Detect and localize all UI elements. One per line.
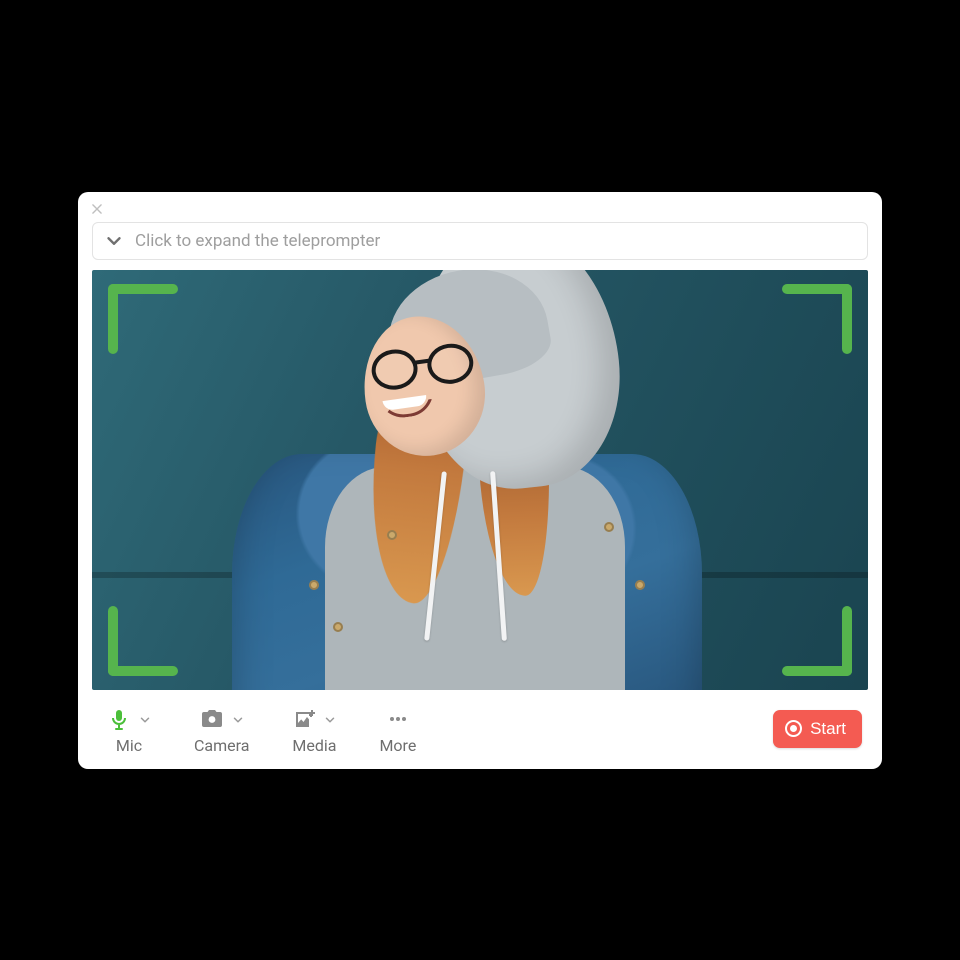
mic-control: Mic: [106, 706, 152, 755]
camera-label: Camera: [194, 736, 249, 755]
microphone-icon: [106, 706, 132, 732]
image-plus-icon: [291, 706, 317, 732]
start-recording-button[interactable]: Start: [773, 710, 862, 748]
chevron-down-icon: [138, 712, 152, 726]
mic-button[interactable]: [106, 706, 152, 732]
recorder-toolbar: Mic Camera: [78, 690, 882, 755]
safe-area-corner-top-right: [782, 284, 852, 354]
safe-area-corner-top-left: [108, 284, 178, 354]
more-horizontal-icon: [385, 706, 411, 732]
camera-button[interactable]: [199, 706, 245, 732]
chevron-down-icon: [231, 712, 245, 726]
mic-label: Mic: [116, 736, 142, 755]
media-control: Media: [291, 706, 337, 755]
more-button[interactable]: [385, 706, 411, 732]
start-button-label: Start: [810, 719, 846, 739]
chevron-down-icon: [103, 230, 125, 252]
safe-area-corner-bottom-right: [782, 606, 852, 676]
close-icon[interactable]: [88, 200, 106, 218]
camera-control: Camera: [194, 706, 249, 755]
teleprompter-expand-bar[interactable]: Click to expand the teleprompter: [92, 222, 868, 260]
media-label: Media: [292, 736, 336, 755]
safe-area-corner-bottom-left: [108, 606, 178, 676]
toolbar-controls: Mic Camera: [106, 706, 416, 755]
more-control: More: [379, 706, 416, 755]
camera-preview: [92, 270, 868, 690]
more-label: More: [379, 736, 416, 755]
media-button[interactable]: [291, 706, 337, 732]
camera-icon: [199, 706, 225, 732]
chevron-down-icon: [323, 712, 337, 726]
record-icon: [785, 720, 802, 737]
teleprompter-placeholder: Click to expand the teleprompter: [135, 231, 380, 251]
recorder-window: Click to expand the teleprompter: [78, 192, 882, 769]
